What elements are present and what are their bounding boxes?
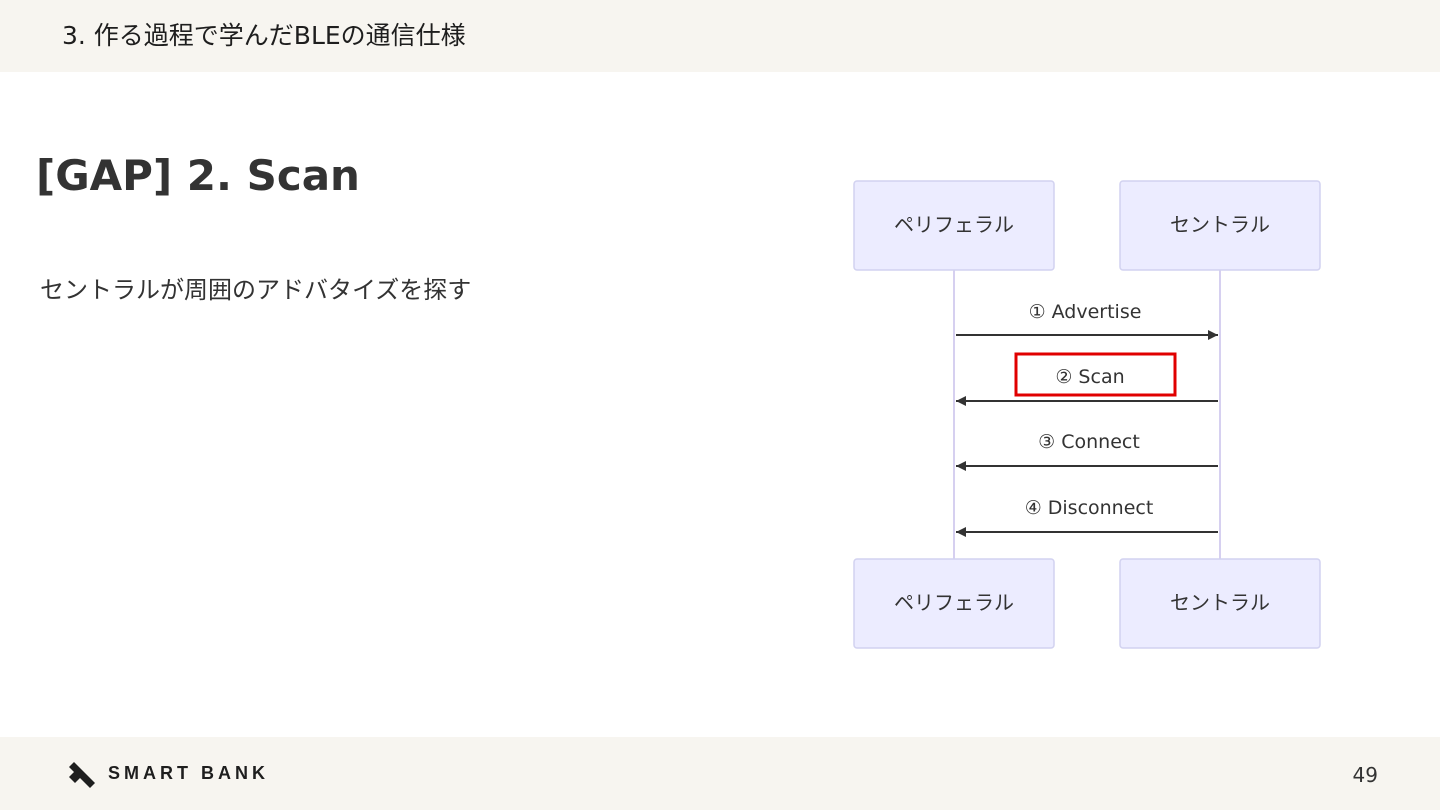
participant-bottom-right: セントラル xyxy=(1119,558,1321,649)
participant-bottom-left: ペリフェラル xyxy=(853,558,1055,649)
participant-label: セントラル xyxy=(1170,591,1270,615)
message-label: ② Scan xyxy=(1055,366,1124,388)
participant-label: セントラル xyxy=(1170,213,1270,237)
message-connect: ③ Connect xyxy=(956,431,1218,471)
smartbank-logo-mark-icon xyxy=(69,762,95,788)
sequence-diagram: ペリフェラル セントラル ペリフェラル セントラル ① Advertise ② … xyxy=(853,180,1321,649)
message-advertise: ① Advertise xyxy=(956,301,1218,340)
message-label: ③ Connect xyxy=(1038,431,1140,453)
message-label: ④ Disconnect xyxy=(1025,497,1154,519)
participant-label: ペリフェラル xyxy=(894,591,1014,615)
logo-wordmark: SMART BANK xyxy=(108,762,269,783)
message-scan: ② Scan xyxy=(956,352,1218,406)
participant-label: ペリフェラル xyxy=(894,213,1014,237)
participant-top-right: セントラル xyxy=(1119,180,1321,271)
message-disconnect: ④ Disconnect xyxy=(956,497,1218,537)
message-label: ① Advertise xyxy=(1029,301,1142,323)
participant-top-left: ペリフェラル xyxy=(853,180,1055,271)
smartbank-logo: SMART BANK xyxy=(66,757,269,789)
page-number: 49 xyxy=(1352,763,1378,787)
